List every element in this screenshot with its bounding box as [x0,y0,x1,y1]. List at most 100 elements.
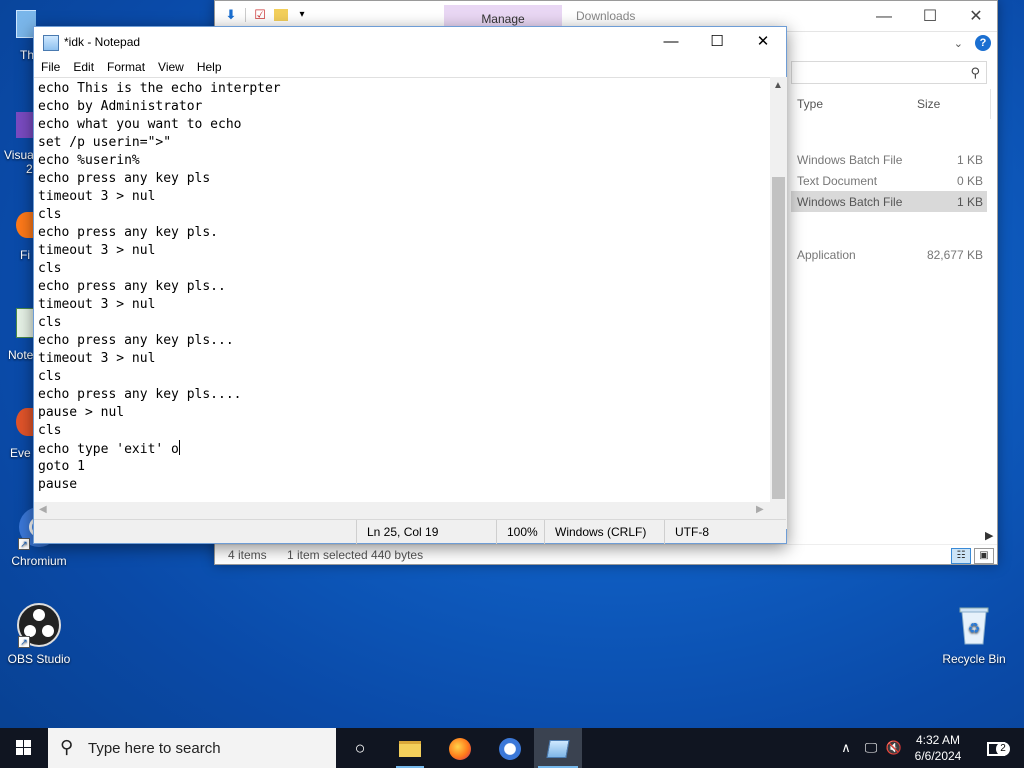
customize-toolbar-chevron-icon[interactable]: ▾ [294,7,310,23]
desktop-icon-label: OBS Studio [7,652,71,666]
text-line: echo press any key pls.... [38,387,242,402]
menu-help[interactable]: Help [197,57,222,77]
notepad-close-button[interactable]: ✕ [740,27,786,57]
text-encoding: UTF-8 [664,520,786,544]
show-hidden-icons-chevron-icon[interactable]: ∧ [836,728,856,768]
desktop-icon-this-pc[interactable]: Th [0,10,36,62]
menu-view[interactable]: View [158,57,184,77]
text-line: timeout 3 > nul [38,297,156,312]
notepad-titlebar[interactable]: *idk - Notepad — ☐ ✕ [34,27,786,57]
notepad-icon [546,740,570,759]
taskbar-notepad[interactable] [534,728,582,768]
file-row[interactable]: Text Document 0 KB [791,170,987,191]
text-line: cls [38,261,62,276]
new-folder-icon[interactable] [274,9,288,21]
task-view-button[interactable]: ○ [336,728,384,768]
scroll-left-arrow-icon[interactable]: ◀ [39,504,47,515]
desktop-icon-notepad[interactable]: Note [0,308,36,362]
file-size: 1 KB [956,195,983,209]
text-line: echo %userin% [38,153,140,168]
desktop-icon-label: Fi [20,248,30,262]
clock[interactable]: 4:32 AM 6/6/2024 [906,732,970,764]
file-type: Windows Batch File [797,195,903,209]
windows-logo-icon [16,740,31,755]
file-size: 82,677 KB [926,248,983,262]
scroll-right-arrow-icon[interactable]: ▶ [985,529,993,542]
desktop-icon-label: Chromium [11,554,67,568]
download-arrow-icon[interactable]: ⬇ [223,7,239,23]
text-line: echo press any key pls. [38,225,219,240]
text-line: echo This is the echo interpter [38,81,281,96]
taskbar-search-box[interactable]: ⚲ Type here to search [48,728,336,768]
volume-muted-icon[interactable]: 🔇 [884,728,904,768]
notepad-maximize-button[interactable]: ☐ [694,27,740,57]
file-row[interactable]: Windows Batch File 1 KB [791,149,987,170]
notepad-window[interactable]: *idk - Notepad — ☐ ✕ File Edit Format Vi… [33,26,787,544]
menu-edit[interactable]: Edit [73,57,94,77]
details-view-icon[interactable]: ☷ [951,548,971,564]
folder-icon [399,741,421,758]
quick-access-toolbar: ⬇ ☑ ▾ [223,7,310,23]
desktop-icon-label: Visua [4,148,34,162]
taskbar-firefox[interactable] [436,728,484,768]
notepad-minimize-button[interactable]: — [648,27,694,57]
menu-format[interactable]: Format [107,57,145,77]
notepad-text-area[interactable]: echo This is the echo interpter echo by A… [34,77,770,529]
file-type: Windows Batch File [797,153,903,167]
text-line: echo press any key pls... [38,333,234,348]
file-row-selected[interactable]: Windows Batch File 1 KB [791,191,987,212]
scrollbar-corner [770,502,787,519]
menu-file[interactable]: File [41,57,60,77]
action-center-button[interactable]: 2 [976,728,1016,768]
vertical-scrollbar[interactable]: ▲ ▼ [770,77,787,529]
ribbon-expand-chevron-icon[interactable]: ⌄ [954,37,963,50]
taskbar-file-explorer[interactable] [386,728,434,768]
desktop-icon-label: Recycle Bin [942,652,1006,666]
explorer-search-input[interactable]: ⚲ [791,61,987,84]
text-line: timeout 3 > nul [38,243,156,258]
search-icon: ⚲ [970,65,980,80]
explorer-maximize-button[interactable]: ☐ [907,1,953,32]
properties-icon[interactable]: ☑ [252,7,268,23]
cursor-position: Ln 25, Col 19 [356,520,496,544]
column-header-size[interactable]: Size [917,97,940,111]
scroll-up-arrow-icon[interactable]: ▲ [773,80,783,91]
toolbar-divider [245,8,246,22]
network-icon[interactable]: 🖵 [860,728,882,768]
desktop-icon-visual-studio[interactable]: Visua 2 [0,112,36,176]
desktop-icon-recycle-bin[interactable]: ♻ Recycle Bin [936,602,1012,666]
ribbon-controls: ⌄ ? [954,35,991,51]
file-size: 1 KB [956,153,983,167]
search-icon: ⚲ [60,737,74,757]
text-line: echo press any key pls.. [38,279,226,294]
shortcut-arrow-icon: ↗ [18,636,30,648]
desktop-icon-obs-studio[interactable]: ↗ OBS Studio [1,602,77,666]
selection-info: 1 item selected 440 bytes [287,548,424,562]
text-line: cls [38,207,62,222]
desktop-icon-firefox[interactable]: Fi [0,212,36,262]
vertical-scroll-thumb[interactable] [772,177,785,499]
firefox-icon [449,738,471,761]
file-row[interactable]: Application 82,677 KB [791,244,987,265]
explorer-close-button[interactable]: ✕ [953,1,999,32]
large-icons-view-icon[interactable]: ▣ [974,548,994,564]
horizontal-scrollbar[interactable]: ◀ ▶ [34,502,770,519]
start-button[interactable] [0,728,48,768]
file-type: Application [797,248,856,262]
clock-date: 6/6/2024 [914,749,962,763]
taskbar-chromium[interactable] [486,728,534,768]
column-header-type[interactable]: Type [797,97,823,111]
help-icon[interactable]: ? [975,35,991,51]
scroll-right-arrow-icon[interactable]: ▶ [756,504,764,515]
notepad-app-icon [43,35,59,51]
text-caret [178,440,180,455]
desktop-icon-everything[interactable]: Eve [0,408,36,460]
search-placeholder: Type here to search [88,740,221,757]
explorer-minimize-button[interactable]: — [861,1,907,32]
text-line: cls [38,369,62,384]
notepad-menu-bar: File Edit Format View Help [34,57,786,77]
desktop-icon-label: Eve [10,446,31,460]
text-line: pause [38,477,78,492]
recycle-bin-icon: ♻ [951,602,997,648]
text-line: set /p userin=">" [38,135,172,150]
